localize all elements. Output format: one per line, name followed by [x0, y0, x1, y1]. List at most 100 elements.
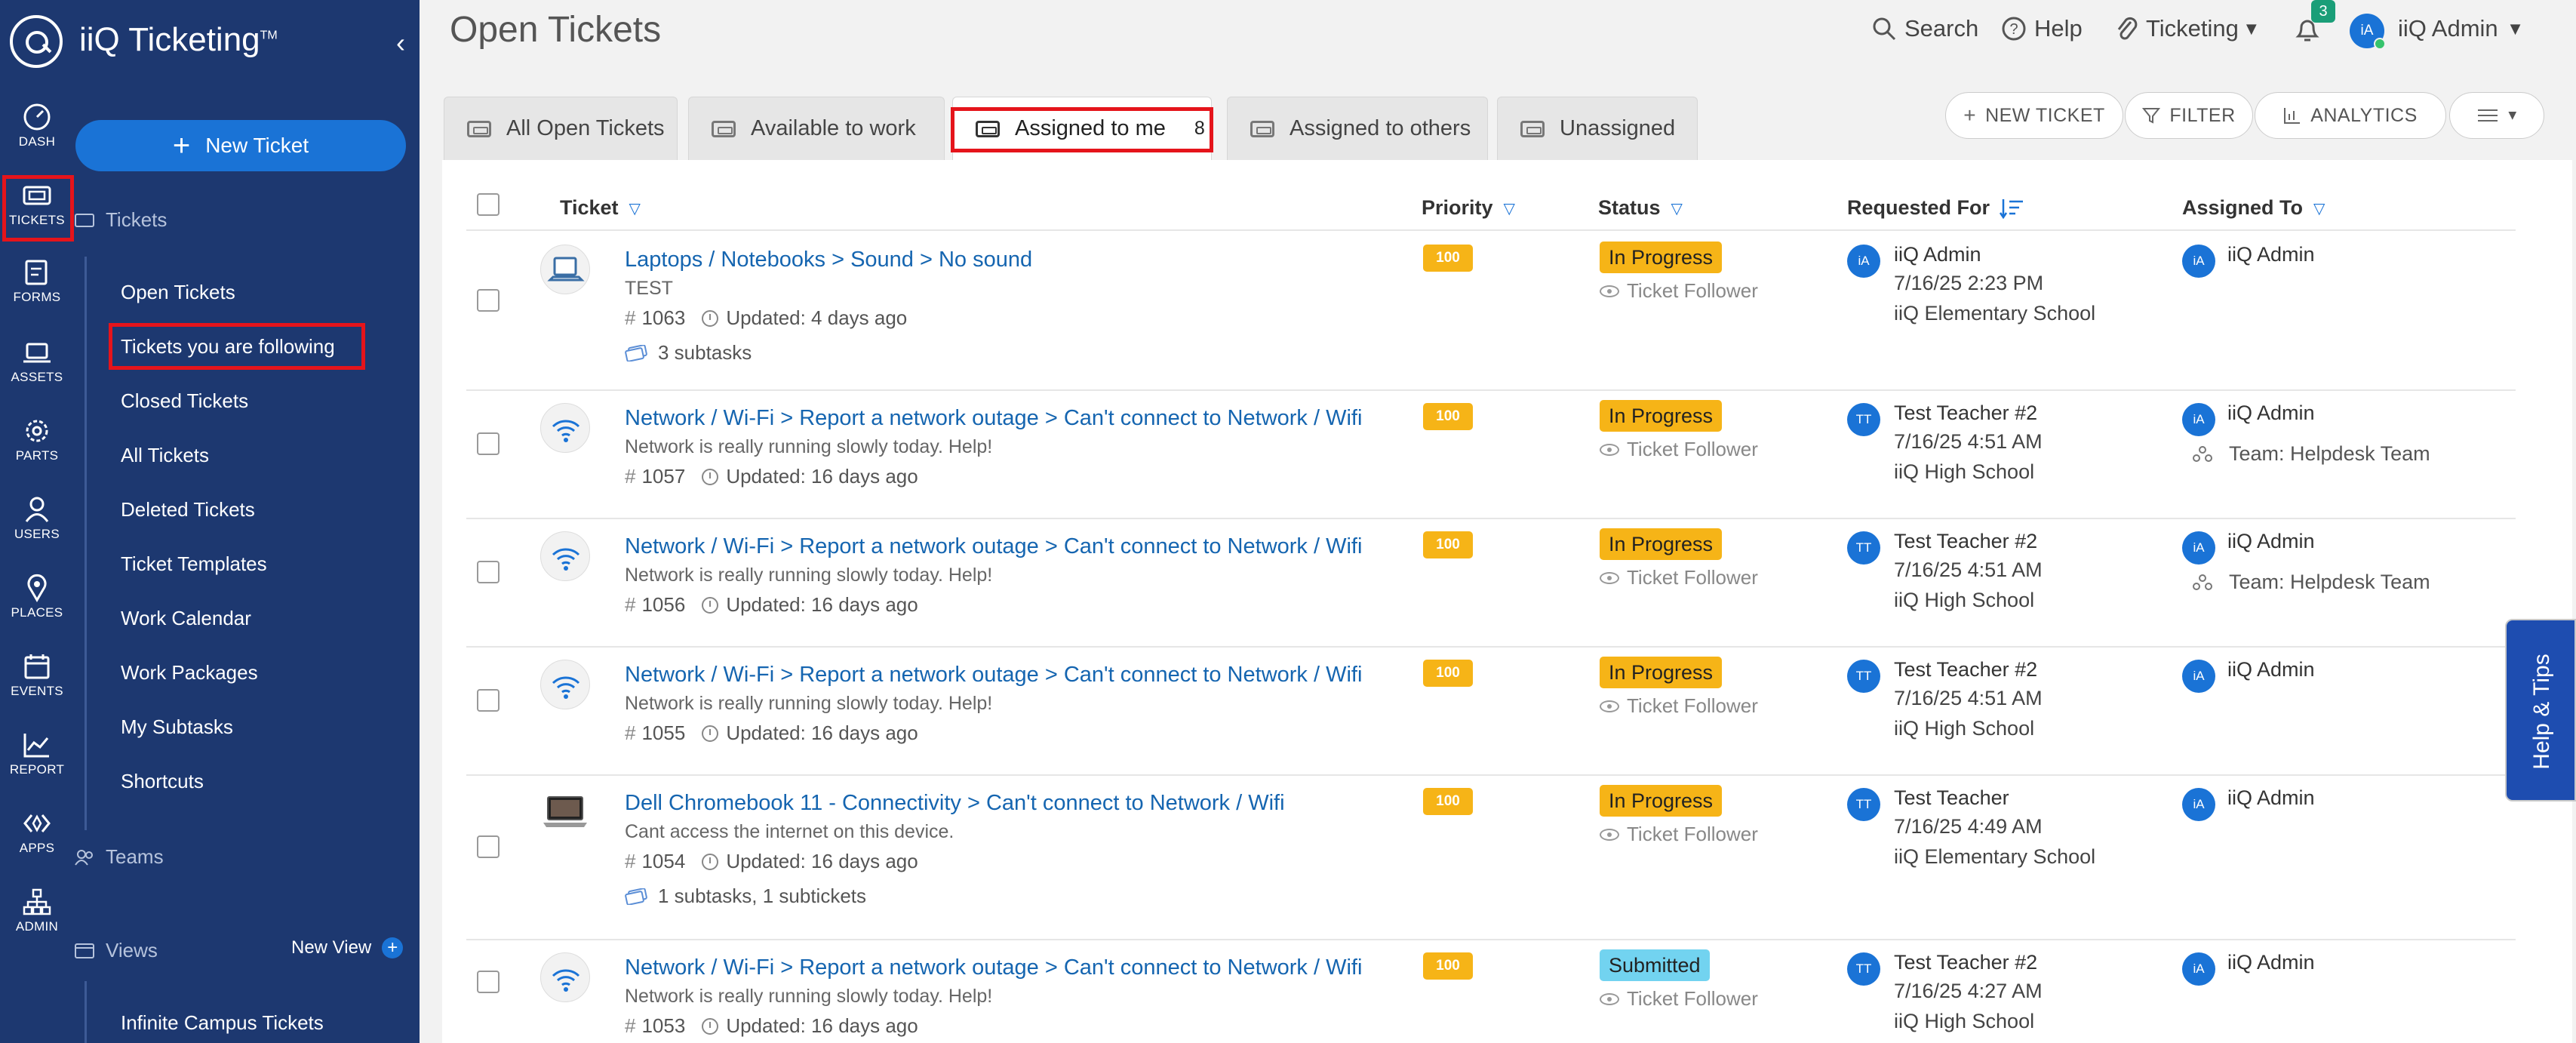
requester-school: iiQ High School [1894, 717, 2035, 740]
avatar: iA [2182, 660, 2215, 693]
sidebar-item-all-tickets[interactable]: All Tickets [121, 444, 209, 467]
new-view-button[interactable]: New View + [291, 937, 404, 958]
avatar: TT [1847, 403, 1880, 436]
column-header-requested-for[interactable]: Requested For [1847, 196, 2024, 220]
rail-item-events[interactable]: EVENTS [0, 652, 74, 699]
rail-item-dash[interactable]: DASH [0, 103, 74, 149]
ticket-follower: Ticket Follower [1600, 987, 1758, 1011]
nav-tree-line [85, 981, 87, 1043]
sidebar-item-open-tickets[interactable]: Open Tickets [121, 281, 235, 304]
section-tickets[interactable]: Tickets [74, 208, 167, 232]
list-view-options-button[interactable]: ▼ [2449, 92, 2544, 139]
clock-icon [702, 596, 719, 614]
analytics-button[interactable]: ANALYTICS [2255, 92, 2446, 139]
sidebar-item-infinite-campus-tickets[interactable]: Infinite Campus Tickets [121, 1011, 324, 1035]
page-title: Open Tickets [450, 10, 662, 50]
sidebar-item-ticket-templates[interactable]: Ticket Templates [121, 552, 267, 576]
module-dropdown[interactable]: Ticketing ▼ [2116, 15, 2257, 42]
collapse-sidebar-chevron-icon[interactable]: ‹ [396, 27, 405, 59]
ticket-title-link[interactable]: Dell Chromebook 11 - Connectivity > Can'… [625, 791, 1285, 816]
ticket-subtasks[interactable]: 1 subtasks, 1 subtickets [625, 885, 866, 908]
sidebar-item-my-subtasks[interactable]: My Subtasks [121, 715, 233, 739]
rail-item-parts[interactable]: PARTS [0, 417, 74, 463]
follower-label: Ticket Follower [1627, 279, 1758, 302]
requested-date: 7/16/25 4:51 AM [1894, 430, 2043, 453]
row-checkbox[interactable] [477, 432, 500, 455]
row-checkbox[interactable] [477, 689, 500, 712]
ticket-updated: Updated: 16 days ago [726, 465, 918, 488]
sidebar-item-shortcuts[interactable]: Shortcuts [121, 770, 204, 793]
help-button[interactable]: ? Help [2001, 15, 2083, 42]
rail-item-apps[interactable]: APPS [0, 809, 74, 856]
column-header-ticket[interactable]: Ticket ▽ [560, 196, 641, 220]
user-menu[interactable]: iiQ Admin ▼ [2398, 15, 2521, 42]
hash-icon: # [625, 593, 636, 616]
clock-icon [702, 309, 719, 327]
rail-item-report[interactable]: REPORT [0, 731, 74, 777]
column-header-assigned-to[interactable]: Assigned To ▽ [2182, 196, 2325, 220]
column-header-status[interactable]: Status ▽ [1598, 196, 1683, 220]
column-header-priority[interactable]: Priority ▽ [1422, 196, 1515, 220]
sidebar-item-work-packages[interactable]: Work Packages [121, 661, 258, 685]
app-logo-icon [10, 15, 63, 68]
ticket-title-link[interactable]: Network / Wi-Fi > Report a network outag… [625, 534, 1362, 559]
requester-name[interactable]: iiQ Admin [1894, 243, 1981, 266]
requester-name[interactable]: Test Teacher #2 [1894, 951, 2037, 974]
follower-label: Ticket Follower [1627, 694, 1758, 717]
requester-name[interactable]: Test Teacher #2 [1894, 530, 2037, 553]
ticket-subtasks[interactable]: 3 subtasks [625, 341, 752, 365]
column-label: Requested For [1847, 196, 1990, 219]
filter-button[interactable]: FILTER [2125, 92, 2253, 139]
row-checkbox[interactable] [477, 971, 500, 993]
search-button[interactable]: Search [1871, 15, 1978, 42]
requester-name[interactable]: Test Teacher #2 [1894, 658, 2037, 681]
section-views[interactable]: Views [74, 939, 158, 962]
wifi-icon [540, 660, 590, 709]
rail-item-users[interactable]: USERS [0, 495, 74, 542]
assignee-name[interactable]: iiQ Admin [2227, 786, 2315, 810]
chart-icon [23, 734, 49, 758]
search-icon [1873, 17, 1896, 41]
select-all-checkbox[interactable] [477, 193, 500, 216]
tab-label: Available to work [751, 116, 916, 140]
assignee-name[interactable]: iiQ Admin [2227, 951, 2315, 974]
requester-name[interactable]: Test Teacher #2 [1894, 402, 2037, 425]
ticket-title-link[interactable]: Laptops / Notebooks > Sound > No sound [625, 248, 1032, 272]
ticket-number: 1056 [641, 593, 686, 616]
ticket-title-link[interactable]: Network / Wi-Fi > Report a network outag… [625, 955, 1362, 980]
rail-item-places[interactable]: PLACES [0, 574, 74, 620]
sidebar-item-work-calendar[interactable]: Work Calendar [121, 607, 251, 630]
ticket-icon [75, 213, 94, 227]
rail-item-assets[interactable]: ASSETS [0, 338, 74, 385]
wifi-icon [540, 952, 590, 1002]
tab-unassigned[interactable]: Unassigned [1497, 97, 1698, 160]
new-ticket-action-button[interactable]: + NEW TICKET [1945, 92, 2123, 139]
requester-name[interactable]: Test Teacher [1894, 786, 2009, 810]
rail-label: PLACES [11, 605, 63, 620]
assignee-name[interactable]: iiQ Admin [2227, 530, 2315, 553]
sidebar-item-deleted-tickets[interactable]: Deleted Tickets [121, 498, 255, 522]
assignee-name[interactable]: iiQ Admin [2227, 402, 2315, 425]
help-and-tips-tab[interactable]: Help & Tips [2505, 619, 2576, 801]
rail-item-admin[interactable]: ADMIN [0, 888, 74, 934]
ticket-title-link[interactable]: Network / Wi-Fi > Report a network outag… [625, 406, 1362, 431]
priority-badge: 100 [1423, 788, 1473, 815]
row-checkbox[interactable] [477, 289, 500, 312]
ticket-icon [1520, 120, 1545, 137]
tab-available-to-work[interactable]: Available to work [688, 97, 945, 160]
tab-assigned-to-others[interactable]: Assigned to others [1227, 97, 1488, 160]
assignee-name[interactable]: iiQ Admin [2227, 658, 2315, 681]
sidebar-item-closed-tickets[interactable]: Closed Tickets [121, 389, 248, 413]
laptop-icon [540, 245, 590, 294]
requested-date: 7/16/25 4:51 AM [1894, 558, 2043, 581]
new-ticket-button[interactable]: + New Ticket [75, 120, 406, 171]
help-label: Help [2034, 15, 2083, 42]
ticket-title-link[interactable]: Network / Wi-Fi > Report a network outag… [625, 663, 1362, 688]
avatar: TT [1847, 531, 1880, 565]
section-teams[interactable]: Teams [74, 845, 164, 869]
rail-item-forms[interactable]: FORMS [0, 258, 74, 305]
row-checkbox[interactable] [477, 835, 500, 858]
assignee-name[interactable]: iiQ Admin [2227, 243, 2315, 266]
row-checkbox[interactable] [477, 561, 500, 583]
tab-all-open-tickets[interactable]: All Open Tickets [444, 97, 678, 160]
